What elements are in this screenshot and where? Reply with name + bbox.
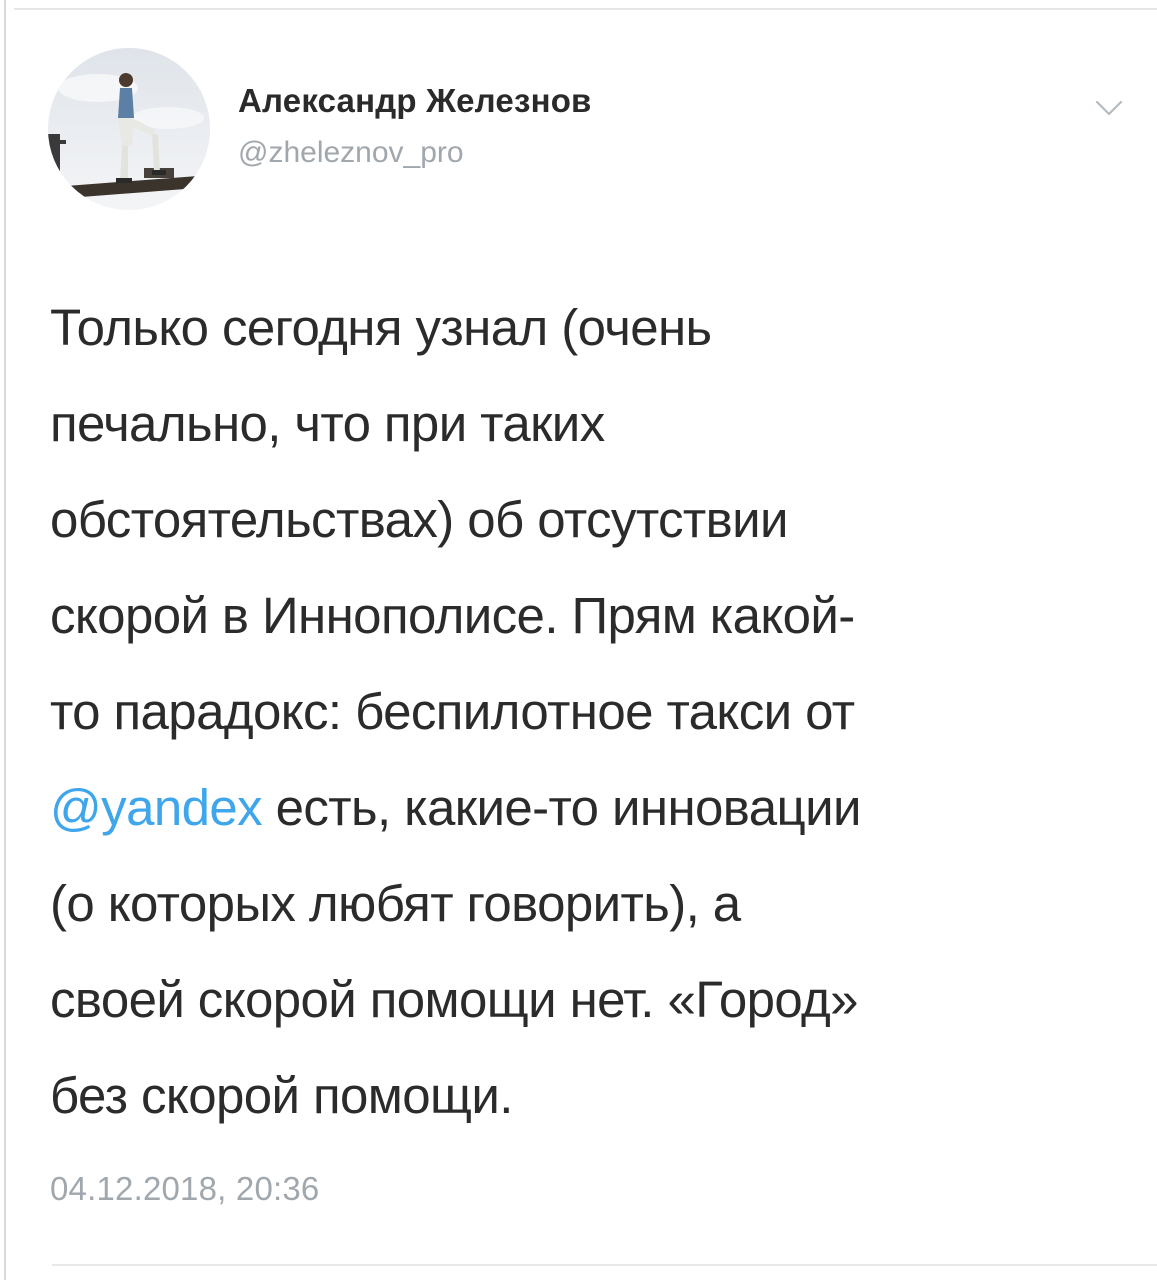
- user-avatar[interactable]: [48, 48, 210, 210]
- avatar-photo-icon: [48, 48, 210, 210]
- tweet-text: Только сегодня узнал (очень печально, чт…: [50, 280, 1130, 1144]
- chevron-down-icon[interactable]: [1091, 96, 1127, 120]
- tweet-line: скорой в Иннополисе. Прям какой-: [50, 587, 855, 644]
- bottom-divider: [52, 1264, 1157, 1266]
- tweet-line: без скорой помощи.: [50, 1067, 513, 1124]
- mention-link[interactable]: @yandex: [50, 779, 263, 836]
- tweet-line: Только сегодня узнал (очень: [50, 299, 712, 356]
- tweet-header: Александр Железнов @zheleznov_pro: [48, 48, 1138, 218]
- tweet-line: своей скорой помощи нет. «Город»: [50, 971, 859, 1028]
- tweet-timestamp[interactable]: 04.12.2018, 20:36: [50, 1170, 319, 1208]
- author-name[interactable]: Александр Железнов: [238, 82, 592, 120]
- tweet-line-rest: есть, какие-то инновации: [262, 779, 862, 836]
- tweet-screenshot: Александр Железнов @zheleznov_pro Только…: [0, 0, 1157, 1280]
- tweet-line: печально, что при таких: [50, 395, 605, 452]
- left-border: [4, 0, 6, 1280]
- author-handle[interactable]: @zheleznov_pro: [238, 136, 464, 170]
- tweet-line: то парадокс: беспилотное такси от: [50, 683, 855, 740]
- top-divider: [14, 8, 1157, 10]
- tweet-line: обстоятельствах) об отсутствии: [50, 491, 789, 548]
- tweet-line: (о которых любят говорить), а: [50, 875, 741, 932]
- tweet-line-with-mention: @yandex есть, какие-то инновации: [50, 760, 1130, 856]
